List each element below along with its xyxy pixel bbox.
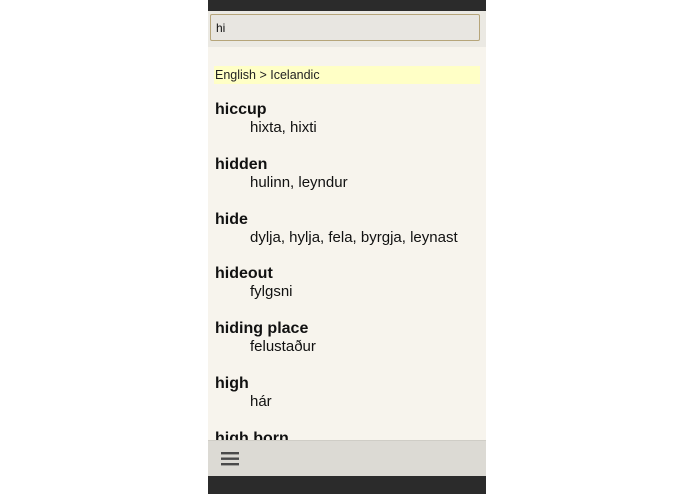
entry-translation: felustaður bbox=[250, 338, 316, 356]
entry-term: hideout bbox=[215, 265, 273, 283]
list-item[interactable]: hide dylja, hylja, fela, byrgja, leynast bbox=[215, 210, 483, 265]
entry-translation: fylgsni bbox=[250, 283, 293, 301]
entries-container: hiccup hixta, hixti hidden hulinn, leynd… bbox=[215, 100, 483, 440]
language-direction-header: English > Icelandic bbox=[214, 66, 480, 84]
list-item[interactable]: hidden hulinn, leyndur bbox=[215, 155, 483, 210]
bottom-toolbar bbox=[208, 440, 486, 476]
entry-term: high bbox=[215, 374, 249, 392]
entry-translation: dylja, hylja, fela, byrgja, leynast bbox=[250, 228, 458, 246]
entry-term: hiccup bbox=[215, 101, 267, 118]
entry-translation: hár bbox=[250, 392, 272, 410]
menu-button[interactable] bbox=[219, 449, 243, 469]
search-input[interactable] bbox=[210, 14, 480, 41]
entry-term: high born bbox=[215, 429, 289, 440]
list-item[interactable]: hiccup hixta, hixti bbox=[215, 100, 483, 155]
list-item[interactable]: hiding place felustaður bbox=[215, 319, 483, 374]
list-item[interactable]: high born bbox=[215, 429, 483, 440]
list-item[interactable]: hideout fylgsni bbox=[215, 264, 483, 319]
app-screen: English > Icelandic hiccup hixta, hixti … bbox=[208, 0, 486, 494]
entry-term: hiding place bbox=[215, 320, 309, 338]
status-bar bbox=[208, 0, 486, 11]
entry-translation: hixta, hixti bbox=[250, 119, 317, 136]
entry-translation: hulinn, leyndur bbox=[250, 173, 348, 191]
entry-term: hidden bbox=[215, 155, 268, 173]
entry-term: hide bbox=[215, 210, 248, 228]
results-list[interactable]: English > Icelandic hiccup hixta, hixti … bbox=[208, 47, 486, 440]
search-bar bbox=[208, 11, 486, 47]
navigation-bar bbox=[208, 476, 486, 494]
hamburger-menu-icon bbox=[221, 452, 239, 466]
list-item[interactable]: high hár bbox=[215, 374, 483, 429]
